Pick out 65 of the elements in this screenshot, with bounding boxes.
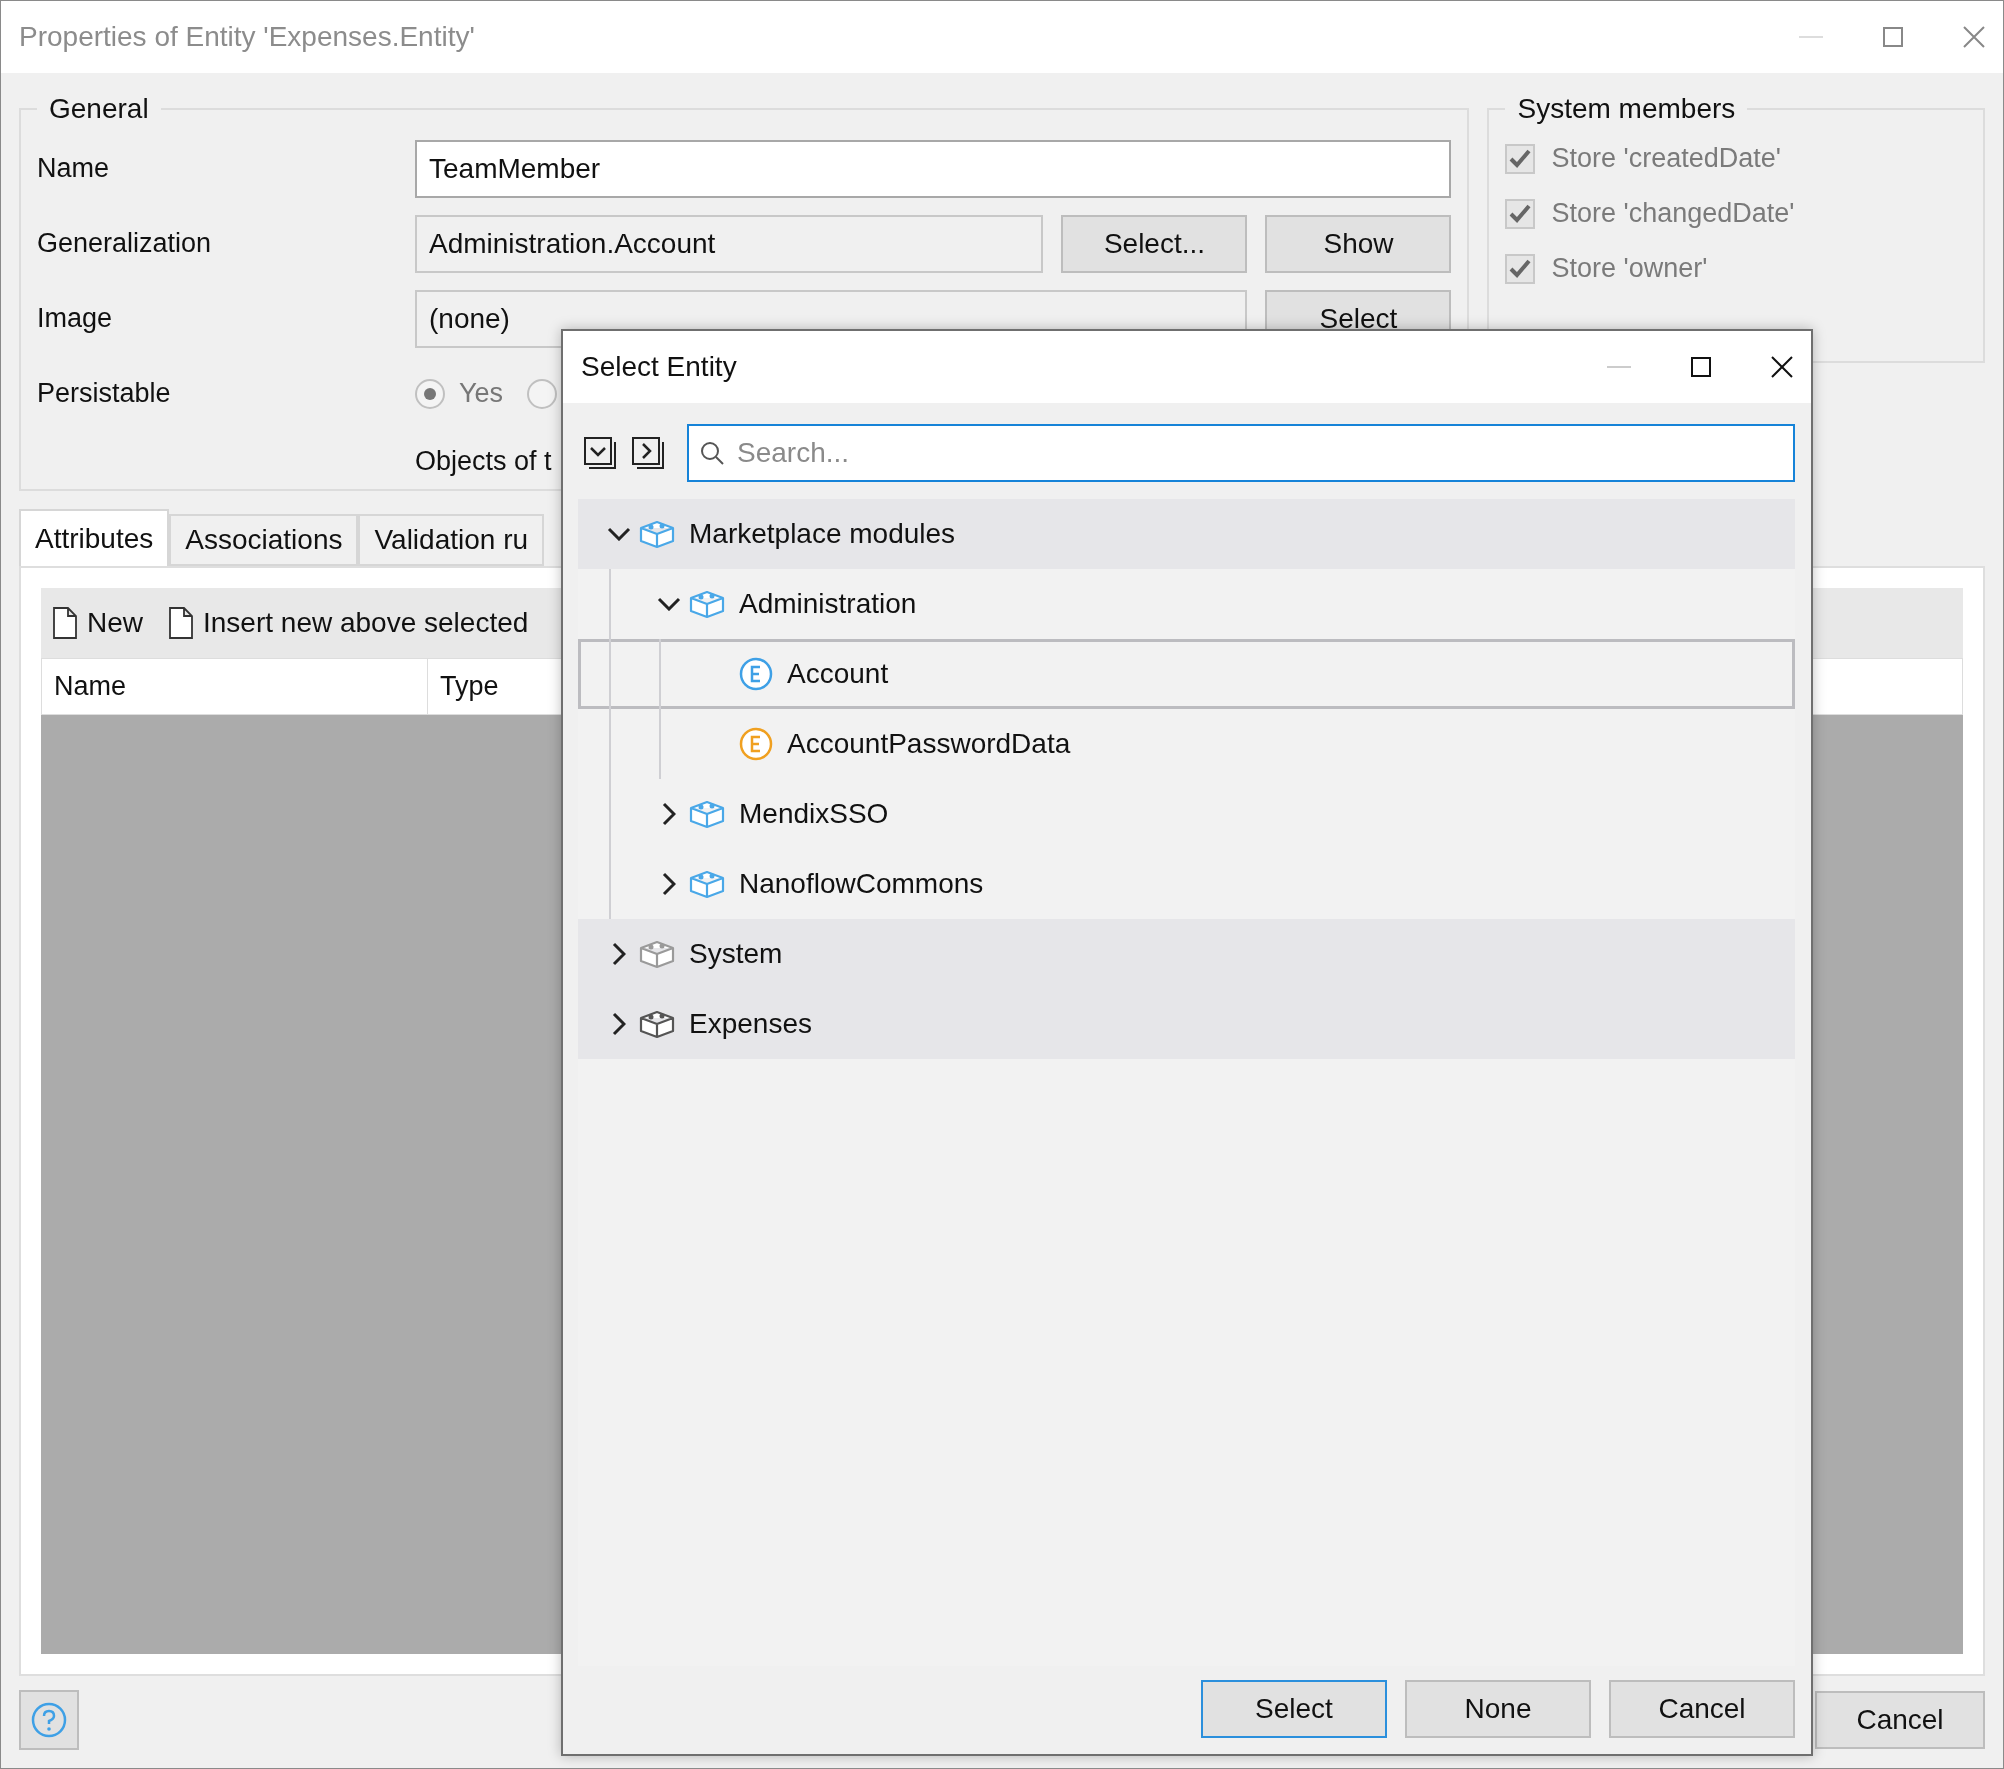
tree-item-label: MendixSSO bbox=[739, 798, 889, 830]
tree-item-label: Expenses bbox=[689, 1008, 812, 1040]
tree-item-label: Account bbox=[787, 658, 889, 690]
tree-item[interactable]: NanoflowCommons bbox=[578, 849, 1795, 919]
field-label: Generalization bbox=[37, 228, 213, 259]
expand-all-button[interactable] bbox=[583, 436, 617, 470]
text-field[interactable]: Administration.Account bbox=[415, 214, 1044, 273]
checkbox[interactable] bbox=[1505, 143, 1536, 174]
radio-button[interactable] bbox=[415, 378, 445, 409]
dialog-title: Select Entity bbox=[581, 351, 738, 383]
collapse-all-icon bbox=[631, 436, 665, 470]
field-label: Image bbox=[37, 303, 114, 334]
tab[interactable]: Associations bbox=[169, 514, 359, 566]
collapse-all-button[interactable] bbox=[631, 436, 665, 470]
chevron-down-icon[interactable] bbox=[657, 597, 681, 611]
close-icon[interactable] bbox=[1771, 356, 1793, 378]
radio-label: Yes bbox=[459, 378, 504, 409]
action-button[interactable]: Show bbox=[1265, 214, 1452, 273]
document-icon bbox=[53, 607, 77, 639]
field-label: Persistable bbox=[37, 378, 172, 409]
tree-item[interactable]: AccountPasswordData bbox=[578, 709, 1795, 779]
group-title: General bbox=[48, 93, 150, 125]
tree-item-label: System bbox=[689, 938, 783, 970]
tree-item[interactable]: Marketplace modules bbox=[578, 499, 1795, 569]
note-text: Objects of t bbox=[415, 445, 552, 477]
tab[interactable]: Attributes bbox=[19, 509, 170, 566]
tree-item[interactable]: Account bbox=[578, 639, 1795, 709]
tree-item[interactable]: MendixSSO bbox=[578, 779, 1795, 849]
search-field[interactable]: Search... bbox=[687, 424, 1795, 482]
chevron-right-icon[interactable] bbox=[612, 942, 626, 966]
tree-item[interactable]: Administration bbox=[578, 569, 1795, 639]
chevron-down-icon[interactable] bbox=[607, 527, 631, 541]
tree-item-label: Marketplace modules bbox=[689, 518, 956, 550]
checkbox-label: Store 'changedDate' bbox=[1551, 198, 1795, 229]
field-label: Name bbox=[37, 153, 111, 184]
checkbox-label: Store 'owner' bbox=[1551, 253, 1708, 284]
chevron-right-icon[interactable] bbox=[662, 872, 676, 896]
checkbox[interactable] bbox=[1505, 253, 1536, 284]
radio-button[interactable] bbox=[527, 378, 558, 409]
checkbox-label: Store 'createdDate' bbox=[1551, 143, 1781, 174]
tab[interactable]: Validation ru bbox=[358, 514, 545, 566]
tree-item-label: Administration bbox=[739, 588, 917, 620]
toolbar-button[interactable]: New bbox=[53, 607, 143, 639]
document-icon bbox=[169, 607, 193, 639]
checkbox[interactable] bbox=[1505, 198, 1536, 229]
cancel-button[interactable]: Cancel bbox=[1815, 1691, 1985, 1749]
tree-item[interactable]: System bbox=[578, 919, 1795, 989]
help-icon bbox=[30, 1701, 68, 1739]
text-field[interactable]: TeamMember bbox=[415, 139, 1452, 198]
toolbar-button[interactable]: Insert new above selected bbox=[169, 607, 529, 639]
maximize-icon[interactable] bbox=[1691, 357, 1711, 377]
dialog-button[interactable]: Select bbox=[1201, 1680, 1387, 1738]
chevron-right-icon[interactable] bbox=[662, 802, 676, 826]
column-header[interactable]: Name bbox=[42, 659, 428, 714]
tree-item-label: NanoflowCommons bbox=[739, 868, 984, 900]
chevron-right-icon[interactable] bbox=[612, 1012, 626, 1036]
expand-all-icon bbox=[583, 436, 617, 470]
tree-item[interactable]: Expenses bbox=[578, 989, 1795, 1059]
dialog-button[interactable]: None bbox=[1405, 1680, 1591, 1738]
dialog-button[interactable]: Cancel bbox=[1609, 1680, 1795, 1738]
group-title: System members bbox=[1516, 93, 1737, 125]
window-title: Properties of Entity 'Expenses.Entity' bbox=[19, 21, 476, 53]
search-icon bbox=[699, 440, 725, 466]
tree-item-label: AccountPasswordData bbox=[787, 728, 1071, 760]
action-button[interactable]: Select... bbox=[1061, 214, 1248, 273]
